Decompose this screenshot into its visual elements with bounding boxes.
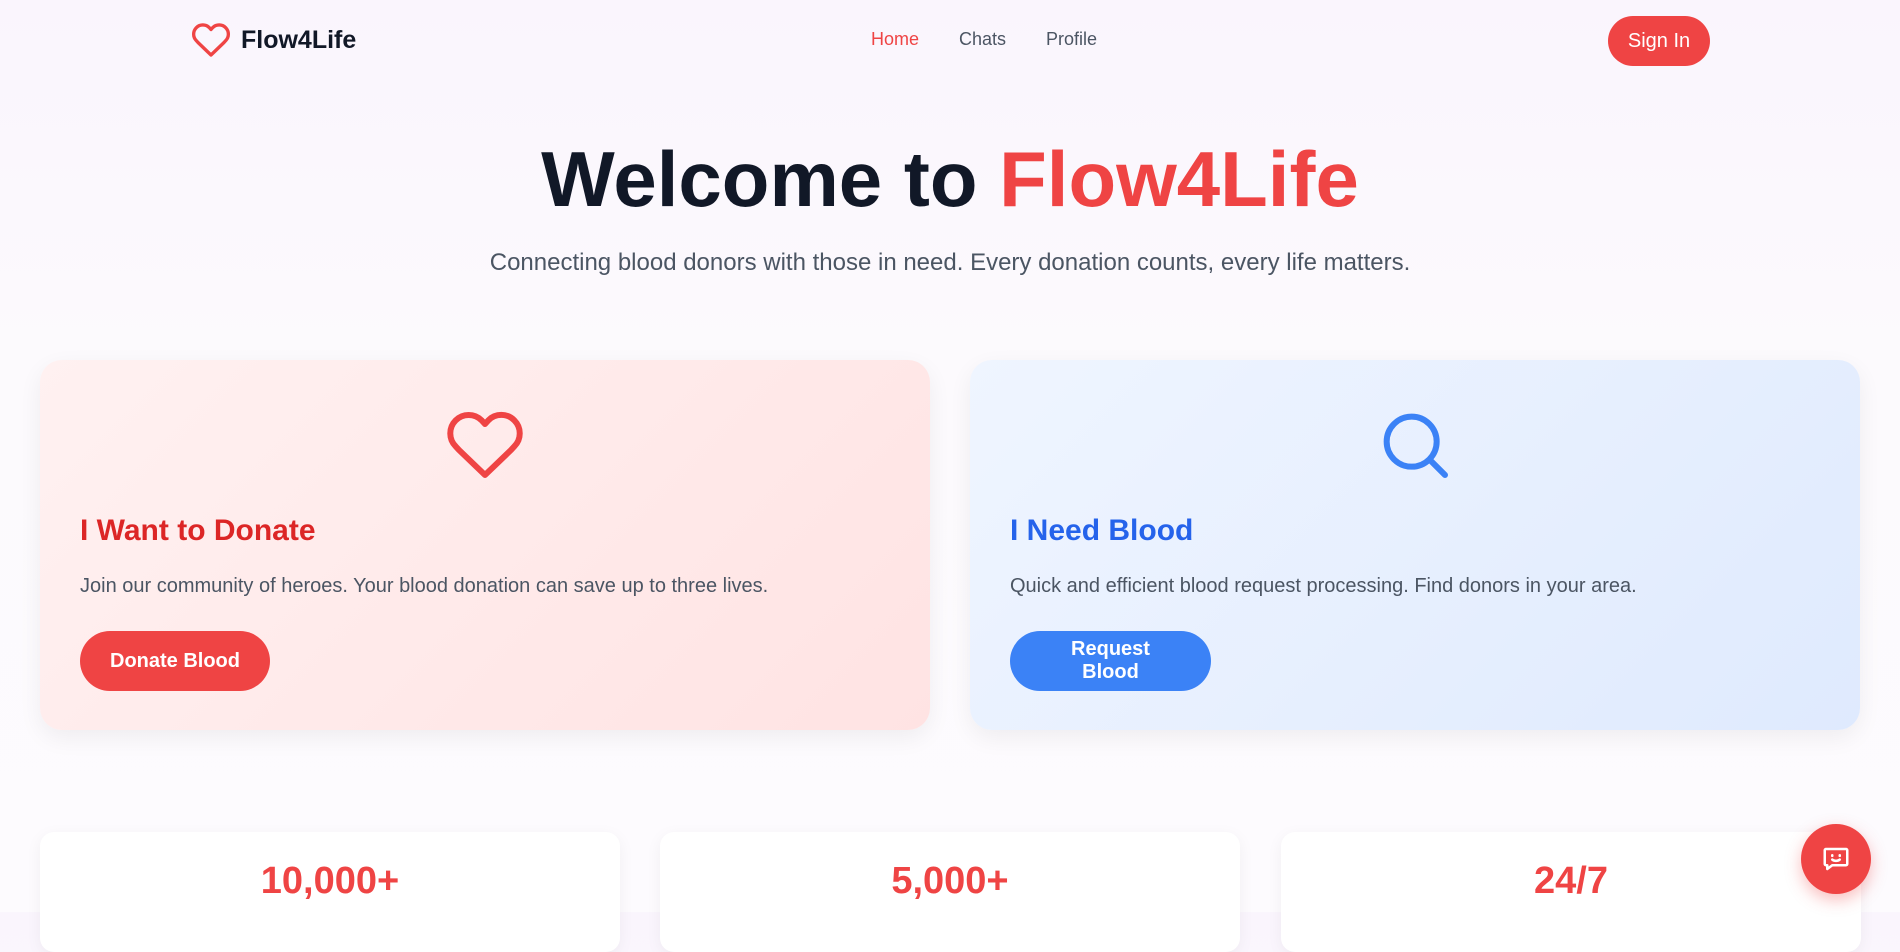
hero-subtitle: Connecting blood donors with those in ne… bbox=[489, 249, 1411, 276]
donate-card-text: Join our community of heroes. Your blood… bbox=[80, 575, 769, 597]
nav-link-profile[interactable]: Profile bbox=[1046, 29, 1097, 50]
hero-title: Welcome to Flow4Life bbox=[0, 134, 1900, 225]
request-blood-button[interactable]: Request Blood bbox=[1010, 631, 1211, 691]
chat-button[interactable] bbox=[1801, 824, 1871, 894]
nav-links: Home Chats Profile bbox=[871, 29, 1097, 50]
stat-value: 24/7 bbox=[1534, 860, 1608, 902]
heart-icon bbox=[191, 23, 231, 57]
donate-card: I Want to Donate Join our community of h… bbox=[40, 360, 930, 730]
need-blood-card: I Need Blood Quick and efficient blood r… bbox=[970, 360, 1860, 730]
nav-link-home[interactable]: Home bbox=[871, 29, 919, 50]
stat-value: 5,000+ bbox=[891, 860, 1009, 902]
search-icon bbox=[1383, 413, 1448, 478]
hero-title-accent: Flow4Life bbox=[999, 135, 1359, 223]
heart-icon bbox=[447, 411, 523, 478]
need-blood-card-text: Quick and efficient blood request proces… bbox=[1010, 575, 1637, 597]
brand-name: Flow4Life bbox=[241, 25, 357, 54]
donate-blood-button[interactable]: Donate Blood bbox=[80, 631, 270, 691]
need-blood-card-title: I Need Blood bbox=[1010, 514, 1194, 547]
top-navbar: Flow4Life Home Chats Profile Sign In bbox=[0, 0, 1900, 82]
chat-bubble-icon bbox=[1823, 847, 1849, 871]
stat-card-support: 24/7 bbox=[1281, 832, 1861, 952]
stat-value: 10,000+ bbox=[260, 860, 400, 902]
hero-title-prefix: Welcome to bbox=[541, 135, 978, 223]
nav-link-chats[interactable]: Chats bbox=[959, 29, 1006, 50]
stat-card-donors: 10,000+ bbox=[40, 832, 620, 952]
sign-in-button[interactable]: Sign In bbox=[1608, 16, 1710, 66]
stat-card-lives: 5,000+ bbox=[660, 832, 1240, 952]
donate-card-title: I Want to Donate bbox=[80, 514, 316, 547]
brand-logo-link[interactable]: Flow4Life bbox=[190, 20, 356, 60]
